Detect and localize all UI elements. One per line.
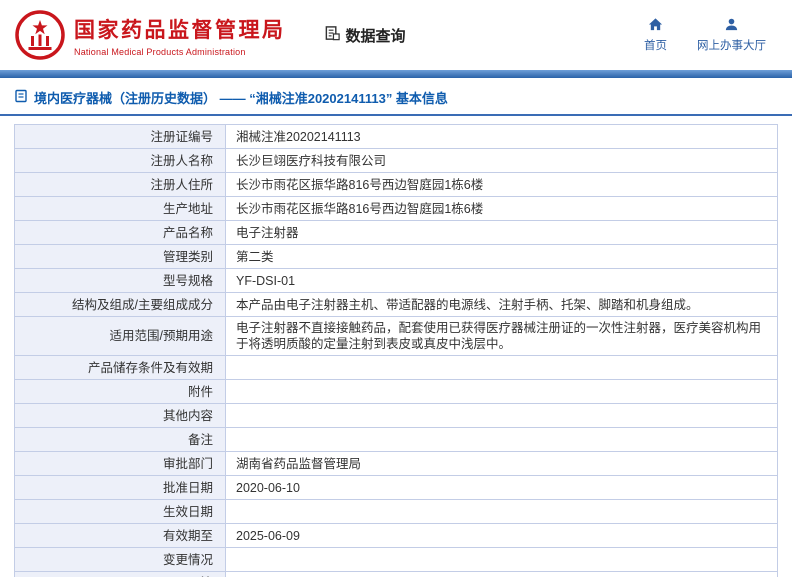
row-label: 管理类别 bbox=[14, 244, 226, 269]
table-row: 管理类别 第二类 bbox=[14, 244, 778, 269]
table-row: 审批部门 湖南省药品监督管理局 bbox=[14, 451, 778, 476]
row-value bbox=[225, 355, 778, 380]
table-row: 批准日期 2020-06-10 bbox=[14, 475, 778, 500]
row-value: 长沙市雨花区振华路816号西边智庭园1栋6楼 bbox=[225, 196, 778, 221]
row-value: 2025-06-09 bbox=[225, 523, 778, 548]
row-label: 注 bbox=[14, 571, 226, 577]
top-right-nav: 首页 网上办事大厅 bbox=[644, 17, 778, 53]
table-row: 产品名称 电子注射器 bbox=[14, 220, 778, 245]
row-label: 产品名称 bbox=[14, 220, 226, 245]
row-value: 第二类 bbox=[225, 244, 778, 269]
table-row: 备注 bbox=[14, 427, 778, 452]
registration-info-table: 注册证编号 湘械注准20202141113 注册人名称 长沙巨翊医疗科技有限公司… bbox=[14, 124, 778, 577]
row-value: 电子注射器 bbox=[225, 220, 778, 245]
row-value: 电子注射器不直接接触药品，配套使用已获得医疗器械注册证的一次性注射器，医疗美容机… bbox=[225, 316, 778, 356]
header-divider-bar bbox=[0, 70, 792, 78]
row-label: 型号规格 bbox=[14, 268, 226, 293]
top-header: 国家药品监督管理局 National Medical Products Admi… bbox=[0, 0, 792, 70]
row-label: 有效期至 bbox=[14, 523, 226, 548]
row-label: 附件 bbox=[14, 379, 226, 404]
nav-service-hall-label: 网上办事大厅 bbox=[697, 40, 766, 52]
agency-name-block: 国家药品监督管理局 National Medical Products Admi… bbox=[74, 14, 286, 57]
row-label: 注册人住所 bbox=[14, 172, 226, 197]
national-emblem-icon bbox=[14, 9, 66, 61]
table-row: 其他内容 bbox=[14, 403, 778, 428]
row-label: 结构及组成/主要组成成分 bbox=[14, 292, 226, 317]
nav-service-hall-link[interactable]: 网上办事大厅 bbox=[697, 17, 766, 53]
row-label: 生产地址 bbox=[14, 196, 226, 221]
row-label: 生效日期 bbox=[14, 499, 226, 524]
row-label: 其他内容 bbox=[14, 403, 226, 428]
table-row: 适用范围/预期用途 电子注射器不直接接触药品，配套使用已获得医疗器械注册证的一次… bbox=[14, 316, 778, 356]
nav-home-link[interactable]: 首页 bbox=[644, 17, 667, 53]
row-label: 产品储存条件及有效期 bbox=[14, 355, 226, 380]
table-row: 生产地址 长沙市雨花区振华路816号西边智庭园1栋6楼 bbox=[14, 196, 778, 221]
row-label: 审批部门 bbox=[14, 451, 226, 476]
table-row: 注册证编号 湘械注准20202141113 bbox=[14, 124, 778, 149]
row-value: 湘械注准20202141113 bbox=[225, 124, 778, 149]
row-value bbox=[225, 547, 778, 572]
row-label: 批准日期 bbox=[14, 475, 226, 500]
row-value: 长沙巨翊医疗科技有限公司 bbox=[225, 148, 778, 173]
table-row: 有效期至 2025-06-09 bbox=[14, 523, 778, 548]
row-value: 详情 bbox=[225, 571, 778, 577]
table-row: 产品储存条件及有效期 bbox=[14, 355, 778, 380]
table-row: 生效日期 bbox=[14, 499, 778, 524]
nav-data-query[interactable]: 数据查询 bbox=[324, 25, 406, 46]
row-value: 长沙市雨花区振华路816号西边智庭园1栋6楼 bbox=[225, 172, 778, 197]
agency-brand: 国家药品监督管理局 National Medical Products Admi… bbox=[14, 9, 286, 61]
page-title: 境内医疗器械（注册历史数据） —— “湘械注准20202141113” 基本信息 bbox=[34, 91, 448, 106]
row-value: 湖南省药品监督管理局 bbox=[225, 451, 778, 476]
nav-home-label: 首页 bbox=[644, 40, 667, 52]
row-value: 2020-06-10 bbox=[225, 475, 778, 500]
table-row: 型号规格 YF-DSI-01 bbox=[14, 268, 778, 293]
row-label: 备注 bbox=[14, 427, 226, 452]
row-value bbox=[225, 403, 778, 428]
row-value: YF-DSI-01 bbox=[225, 268, 778, 293]
nav-data-query-label: 数据查询 bbox=[345, 27, 406, 45]
table-row: 附件 bbox=[14, 379, 778, 404]
table-row: 注册人名称 长沙巨翊医疗科技有限公司 bbox=[14, 148, 778, 173]
table-row: 注册人住所 长沙市雨花区振华路816号西边智庭园1栋6楼 bbox=[14, 172, 778, 197]
row-label: 变更情况 bbox=[14, 547, 226, 572]
document-icon bbox=[14, 89, 28, 106]
table-row: 变更情况 bbox=[14, 547, 778, 572]
row-label: 适用范围/预期用途 bbox=[14, 316, 226, 356]
row-label: 注册证编号 bbox=[14, 124, 226, 149]
row-value: 本产品由电子注射器主机、带适配器的电源线、注射手柄、托架、脚踏和机身组成。 bbox=[225, 292, 778, 317]
home-icon bbox=[648, 17, 663, 35]
row-label: 注册人名称 bbox=[14, 148, 226, 173]
table-row: 注 详情 bbox=[14, 571, 778, 577]
page: 国家药品监督管理局 National Medical Products Admi… bbox=[0, 0, 792, 577]
agency-name-cn: 国家药品监督管理局 bbox=[74, 18, 286, 42]
data-query-icon bbox=[324, 25, 341, 46]
person-icon bbox=[724, 17, 739, 35]
row-value bbox=[225, 379, 778, 404]
row-value bbox=[225, 427, 778, 452]
agency-name-en: National Medical Products Administration bbox=[74, 46, 246, 57]
breadcrumb: 境内医疗器械（注册历史数据） —— “湘械注准20202141113” 基本信息 bbox=[0, 78, 792, 116]
row-value bbox=[225, 499, 778, 524]
table-row: 结构及组成/主要组成成分 本产品由电子注射器主机、带适配器的电源线、注射手柄、托… bbox=[14, 292, 778, 317]
